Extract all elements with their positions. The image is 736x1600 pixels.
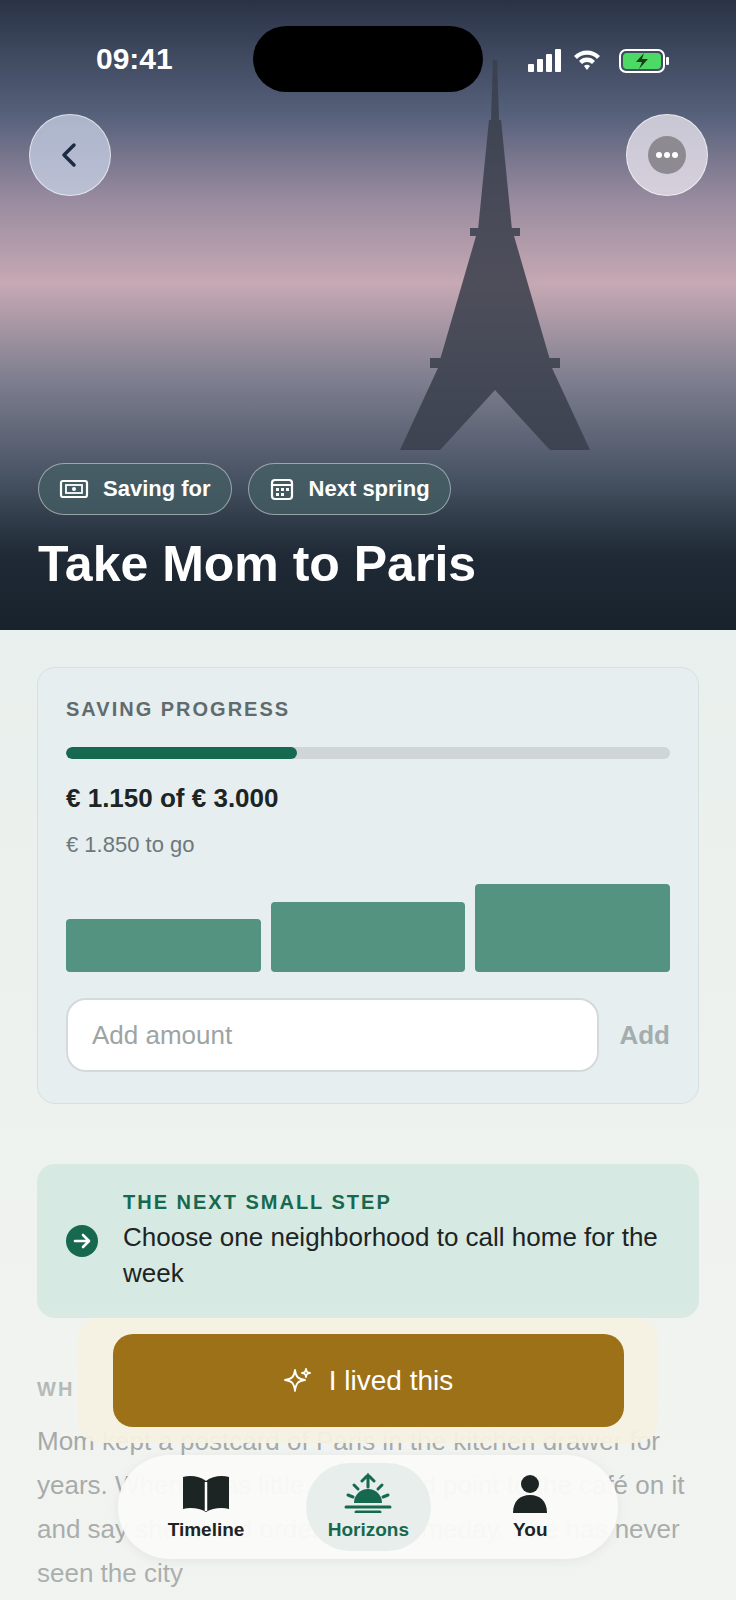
chip-label: Next spring bbox=[309, 476, 430, 502]
remaining-amount: € 1.850 to go bbox=[66, 832, 670, 858]
status-bar: 09:41 bbox=[0, 0, 736, 110]
section-label: SAVING PROGRESS bbox=[66, 698, 670, 721]
chart-bar bbox=[475, 884, 670, 972]
chevron-left-icon bbox=[55, 140, 85, 170]
sparkle-icon bbox=[283, 1366, 313, 1396]
person-icon bbox=[504, 1473, 556, 1513]
tab-label: You bbox=[513, 1519, 547, 1541]
content: SAVING PROGRESS € 1.150 of € 3.000 € 1.850… bbox=[0, 630, 736, 1595]
arrow-right-icon bbox=[65, 1224, 99, 1258]
tab-bar: Timeline Horizons You bbox=[118, 1455, 618, 1559]
banknote-icon bbox=[59, 478, 89, 500]
lived-this-label: I lived this bbox=[329, 1365, 454, 1397]
next-step-body: THE NEXT SMALL STEP Choose one neighborho… bbox=[123, 1191, 671, 1292]
chip-label: Saving for bbox=[103, 476, 211, 502]
savings-chart bbox=[66, 884, 670, 972]
next-step-text: Choose one neighborhood to call home for… bbox=[123, 1220, 671, 1292]
book-icon bbox=[180, 1473, 232, 1513]
back-button[interactable] bbox=[29, 114, 111, 196]
chart-bar bbox=[66, 919, 261, 972]
tab-label: Timeline bbox=[168, 1519, 245, 1541]
tab-item[interactable]: You bbox=[470, 1463, 590, 1551]
status-time: 09:41 bbox=[96, 42, 173, 76]
chip-row: Saving for Next spring bbox=[38, 463, 698, 515]
more-button[interactable] bbox=[626, 114, 708, 196]
tag-chip: Saving for bbox=[38, 463, 232, 515]
saving-card: SAVING PROGRESS € 1.150 of € 3.000 € 1.850… bbox=[37, 667, 699, 1104]
eiffel-tower-shape bbox=[400, 60, 590, 450]
ellipsis-icon bbox=[647, 135, 687, 175]
progress-fill bbox=[66, 747, 297, 759]
saved-amount: € 1.150 of € 3.000 bbox=[66, 783, 670, 814]
next-step-card[interactable]: THE NEXT SMALL STEP Choose one neighborho… bbox=[37, 1164, 699, 1318]
action-panel: I lived this bbox=[78, 1318, 658, 1443]
amount-input[interactable] bbox=[66, 998, 599, 1072]
chart-bar bbox=[271, 902, 466, 972]
hero-photo: 09:41 Saving for Next spring Take Mom to Pa… bbox=[0, 0, 736, 630]
progress-track bbox=[66, 747, 670, 759]
calendar-icon bbox=[269, 476, 295, 502]
dynamic-island bbox=[253, 26, 483, 92]
lived-this-button[interactable]: I lived this bbox=[113, 1334, 624, 1427]
tab-item[interactable]: Horizons bbox=[306, 1463, 431, 1551]
sunrise-icon bbox=[342, 1473, 394, 1513]
tab-item[interactable]: Timeline bbox=[146, 1463, 267, 1551]
status-icons bbox=[526, 46, 676, 76]
next-step-label: THE NEXT SMALL STEP bbox=[123, 1191, 671, 1214]
tag-chip: Next spring bbox=[248, 463, 451, 515]
tab-label: Horizons bbox=[328, 1519, 409, 1541]
goal-title: Take Mom to Paris bbox=[38, 537, 698, 592]
add-row: Add bbox=[66, 998, 670, 1072]
add-button[interactable]: Add bbox=[619, 1020, 670, 1051]
